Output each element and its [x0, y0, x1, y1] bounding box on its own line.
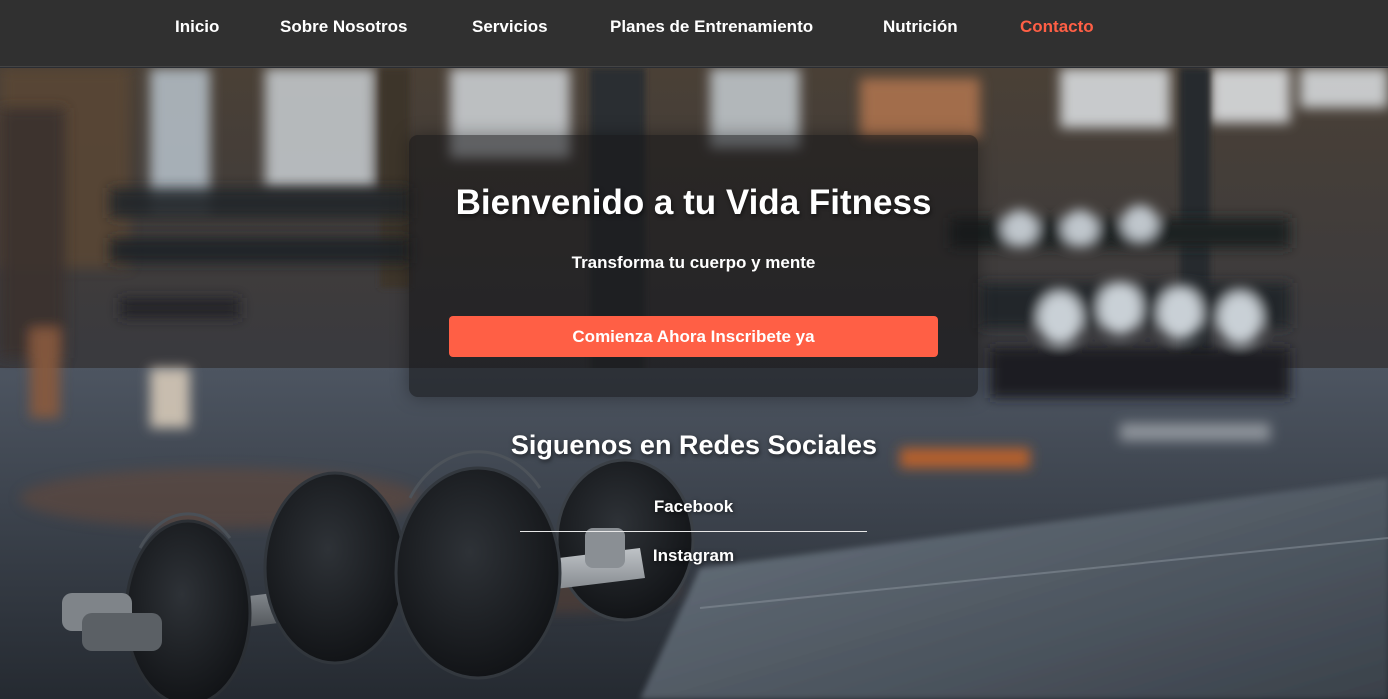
welcome-card: Bienvenido a tu Vida Fitness Transforma … — [409, 135, 978, 397]
nav-link-sobre-nosotros[interactable]: Sobre Nosotros — [280, 17, 408, 37]
hero-subtitle: Transforma tu cuerpo y mente — [571, 253, 816, 272]
nav-link-servicios[interactable]: Servicios — [472, 17, 548, 37]
nav-link-contacto[interactable]: Contacto — [1020, 17, 1094, 37]
top-navigation: Inicio Sobre Nosotros Servicios Planes d… — [0, 0, 1388, 67]
facebook-link[interactable]: Facebook — [520, 497, 867, 517]
signup-cta-button[interactable]: Comienza Ahora Inscribete ya — [449, 316, 938, 357]
nav-link-nutricion[interactable]: Nutrición — [883, 17, 958, 37]
nav-link-inicio[interactable]: Inicio — [175, 17, 219, 37]
social-section-title: Siguenos en Redes Sociales — [510, 430, 878, 460]
social-divider — [520, 531, 867, 532]
nav-link-planes-de-entrenamiento[interactable]: Planes de Entrenamiento — [610, 17, 813, 37]
hero-title: Bienvenido a tu Vida Fitness — [455, 183, 932, 222]
instagram-link[interactable]: Instagram — [520, 546, 867, 566]
